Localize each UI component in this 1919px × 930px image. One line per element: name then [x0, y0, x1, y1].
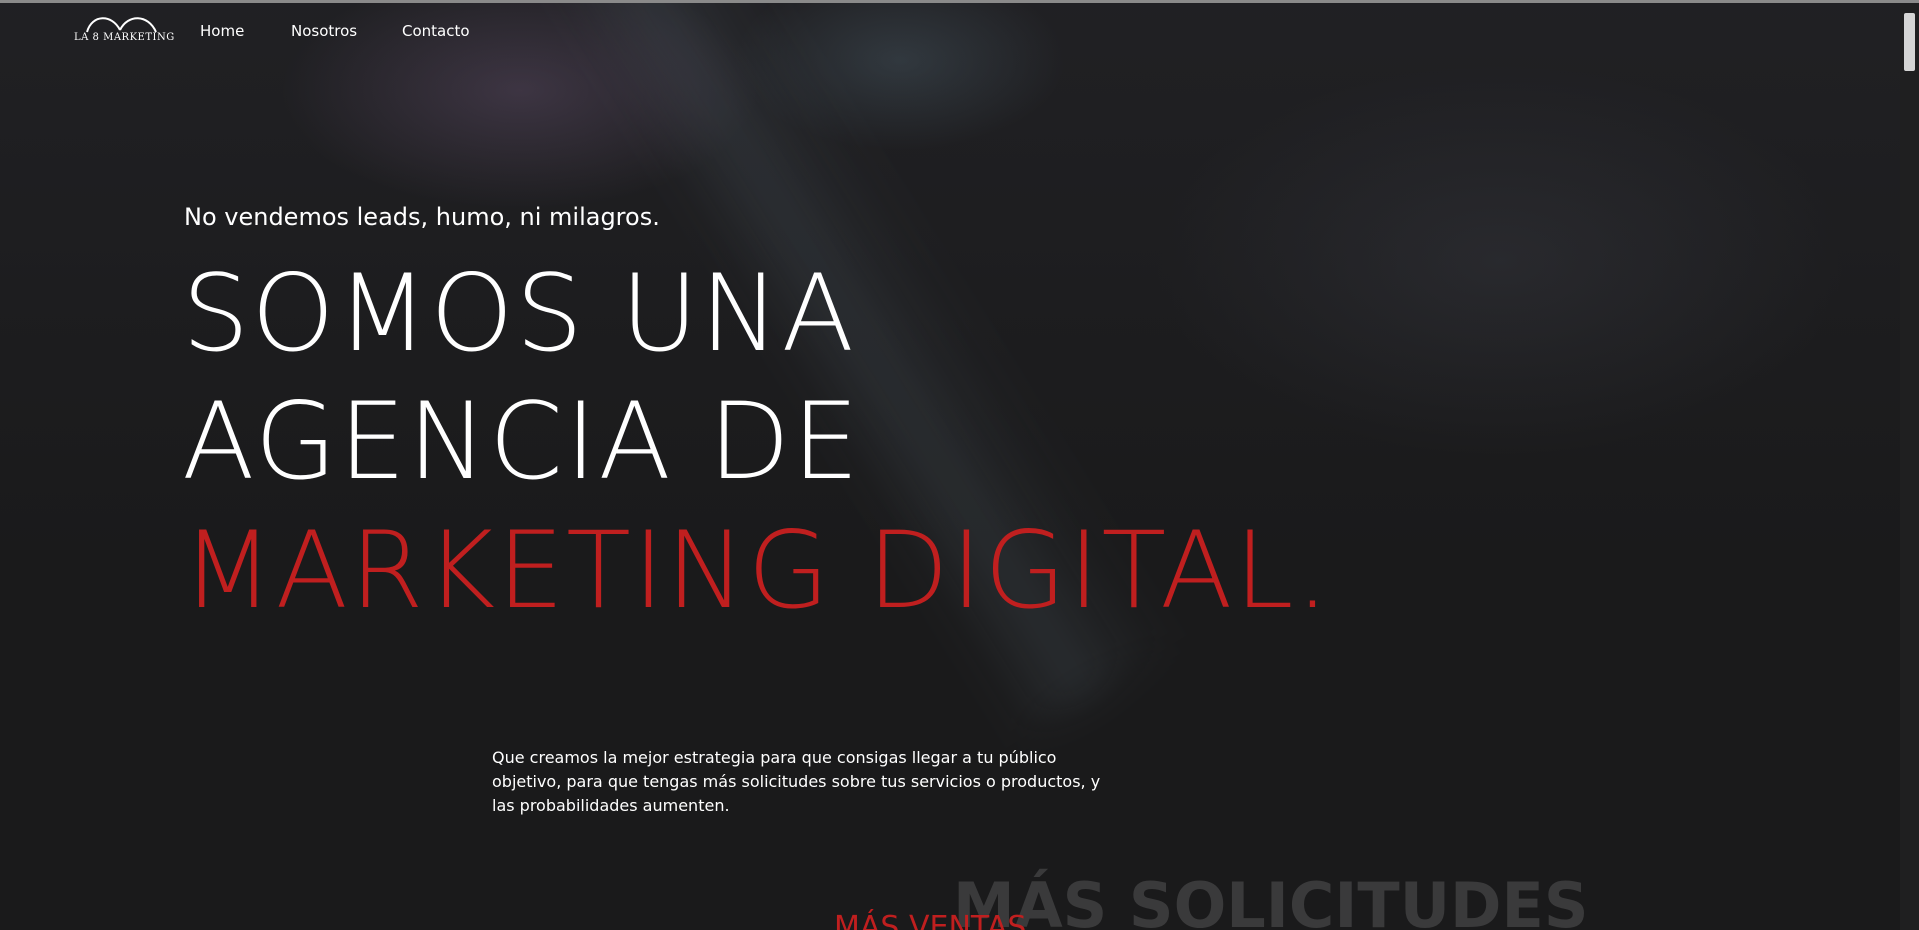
nav-nosotros[interactable]: Nosotros — [291, 22, 357, 40]
main-navbar: LA 8 MARKETING Home Nosotros Contacto — [0, 3, 1900, 51]
feature-ghost-heading: MÁS SOLICITUDES — [953, 869, 1589, 930]
top-border — [0, 0, 1919, 3]
feature-accent-heading: MÁS VENTAS — [834, 910, 1027, 930]
nav-contacto[interactable]: Contacto — [402, 22, 470, 40]
hero-tagline: No vendemos leads, humo, ni milagros. — [184, 203, 660, 231]
hero-headline-line1: SOMOS UNA — [182, 252, 856, 375]
brand-logo[interactable]: LA 8 MARKETING — [74, 12, 175, 46]
page-scrollbar[interactable] — [1900, 3, 1919, 930]
hero-headline-line2: AGENCIA DE — [182, 380, 862, 503]
double-arch-logo-icon — [86, 17, 157, 33]
brand-logo-text: LA 8 MARKETING — [74, 32, 175, 43]
landing-page: LA 8 MARKETING Home Nosotros Contacto No… — [0, 0, 1919, 930]
intro-paragraph: Que creamos la mejor estrategia para que… — [492, 748, 1101, 815]
hero-headline-line3: MARKETING DIGITAL. — [182, 509, 1332, 632]
scrollbar-thumb[interactable] — [1904, 13, 1915, 71]
nav-home[interactable]: Home — [200, 22, 244, 40]
